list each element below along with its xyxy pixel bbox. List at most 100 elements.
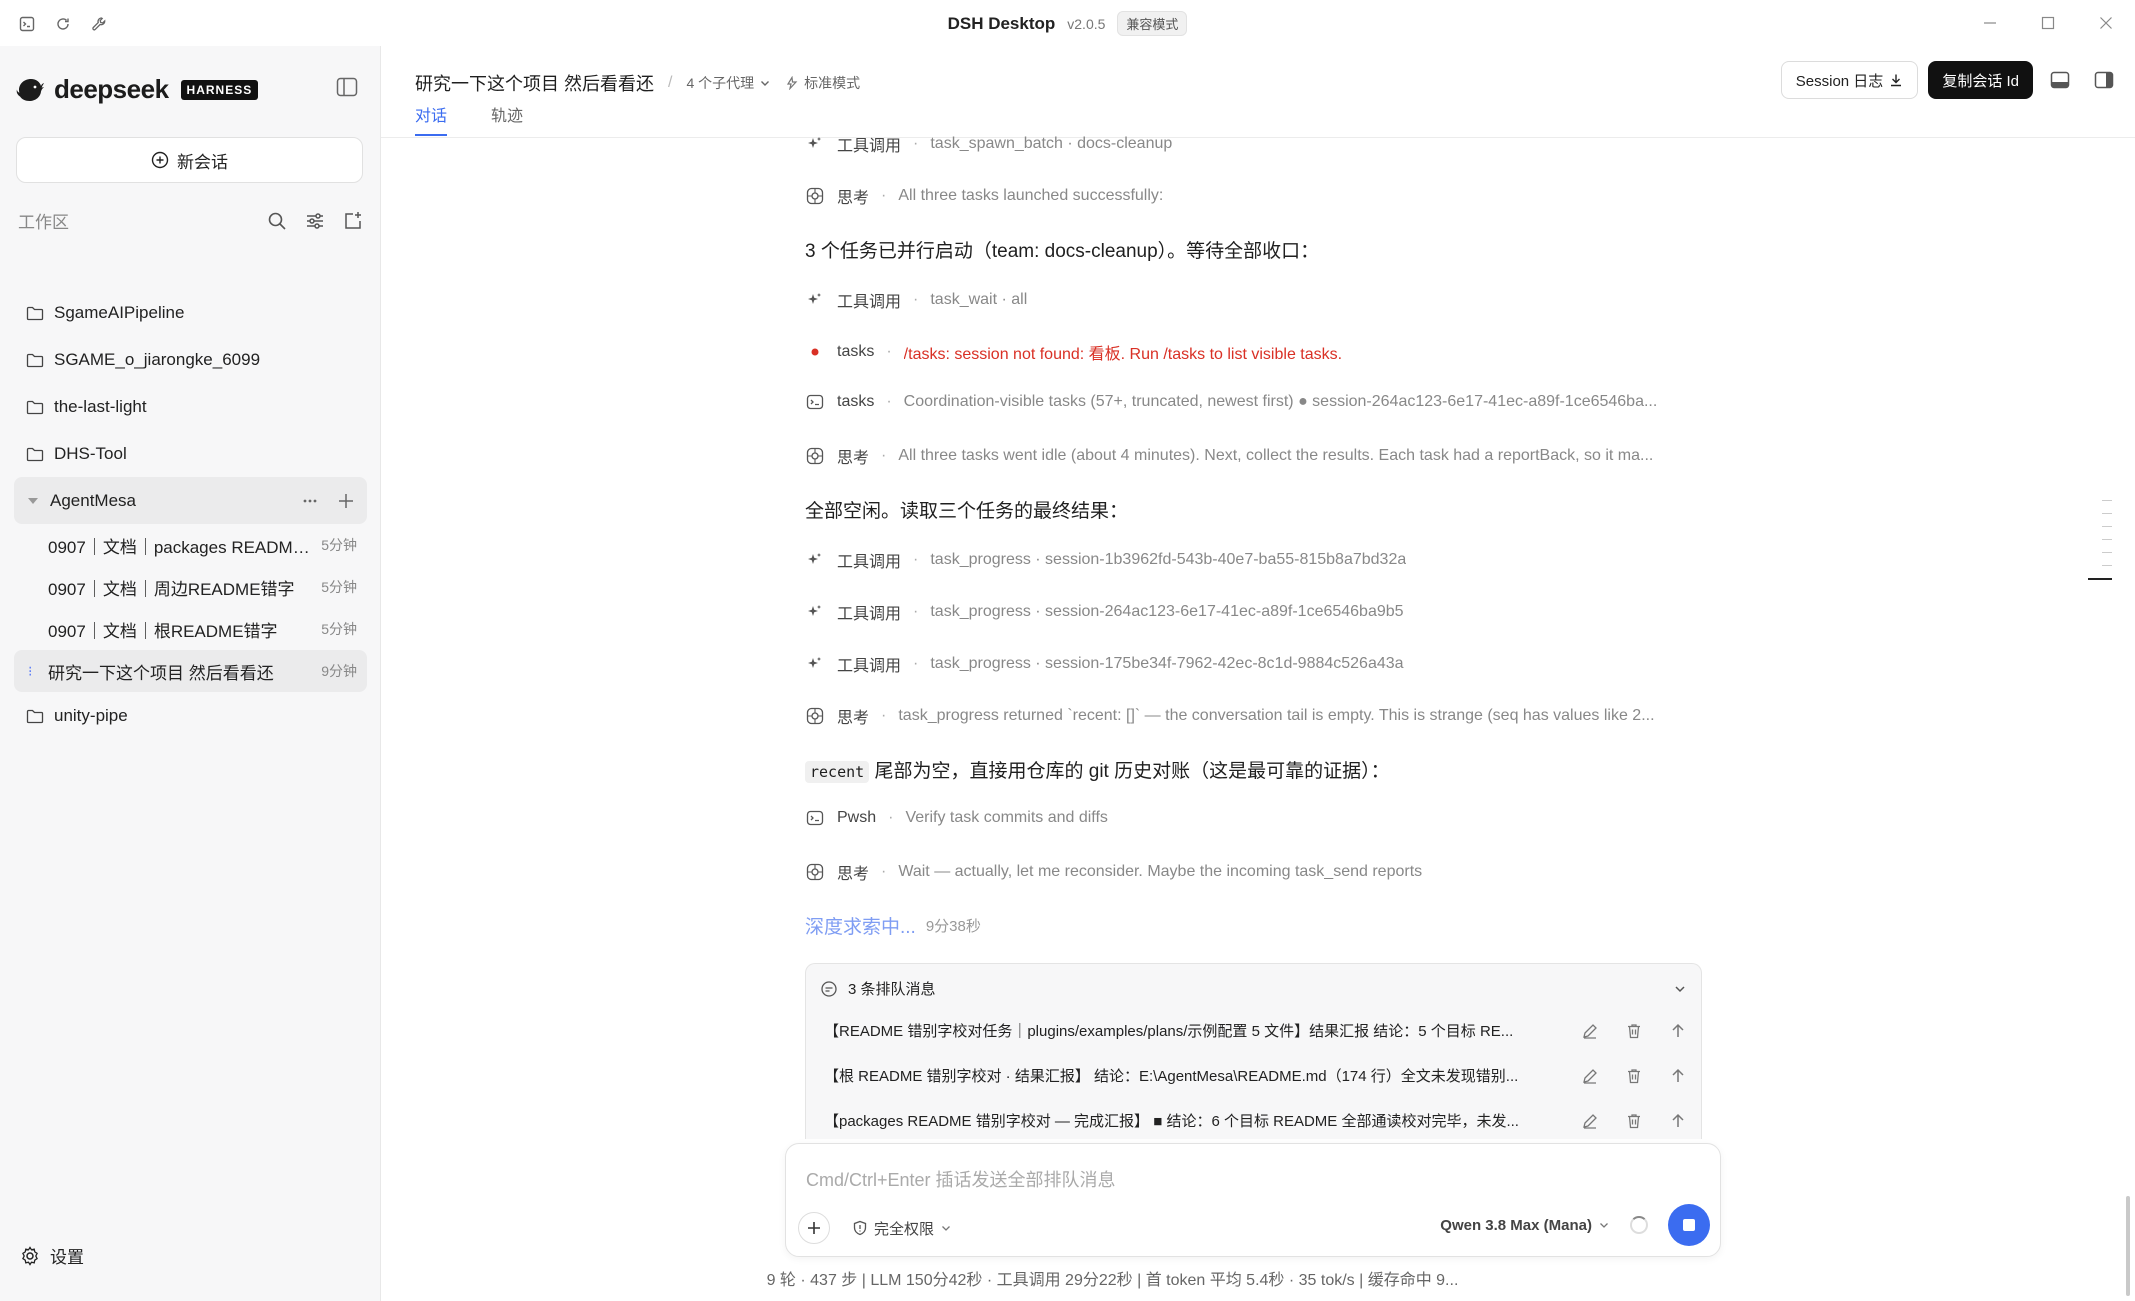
mode-indicator[interactable]: 标准模式 (785, 73, 860, 93)
row-label: 工具调用 (837, 138, 902, 155)
bottom-panel-icon[interactable] (2043, 63, 2077, 97)
scrollbar[interactable] (2126, 1196, 2130, 1296)
row-dot: · (881, 447, 887, 464)
project-tree: SgameAIPipeline SGAME_o_jiarongke_6099 t… (14, 289, 367, 739)
more-icon[interactable] (301, 492, 319, 510)
tool-call-row[interactable]: 工具调用 · task_spawn_batch · docs-cleanup (805, 132, 1172, 156)
row-dot: · (881, 863, 887, 880)
project-name: AgentMesa (50, 490, 136, 510)
thinking-row[interactable]: 思考 · All three tasks launched successful… (805, 184, 1163, 208)
thinking-row[interactable]: 思考 · All three tasks went idle (about 4 … (805, 444, 1653, 468)
tool-call-row[interactable]: 工具调用 · task_wait · all (805, 288, 1027, 312)
session-log-button[interactable]: Session 日志 (1780, 61, 1919, 99)
trash-icon[interactable] (1625, 1112, 1643, 1130)
project-item[interactable]: unity-pipe (14, 692, 367, 739)
attach-button[interactable] (798, 1212, 830, 1244)
project-item-expanded[interactable]: AgentMesa (14, 477, 367, 524)
session-item[interactable]: 0907｜文档｜packages README... 5分钟 (14, 524, 367, 566)
permission-dropdown[interactable]: 完全权限 (852, 1218, 952, 1239)
close-button[interactable] (2077, 0, 2135, 46)
scroll-minimap[interactable] (2088, 500, 2112, 592)
search-icon[interactable] (267, 211, 287, 231)
queued-messages-panel: 3 条排队消息 【README 错别字校对任务｜plugins/examples… (805, 963, 1702, 1139)
chevron-down-icon[interactable] (1673, 982, 1687, 996)
edit-icon[interactable] (1581, 1022, 1599, 1040)
assistant-message: 全部空闲。读取三个任务的最终结果： (805, 501, 1129, 522)
row-detail: task_spawn_batch · docs-cleanup (930, 135, 1173, 152)
row-dot: · (888, 809, 894, 826)
error-row[interactable]: tasks · /tasks: session not found: 看板. R… (805, 340, 1342, 364)
tab-conversation[interactable]: 对话 (415, 102, 448, 136)
stop-button[interactable] (1668, 1204, 1710, 1246)
queue-item-actions (1581, 1067, 1687, 1085)
caret-down-icon[interactable] (26, 494, 40, 508)
arrow-up-icon[interactable] (1669, 1022, 1687, 1040)
thinking-row[interactable]: 思考 · Wait — actually, let me reconsider.… (805, 860, 1422, 884)
session-item-active[interactable]: ⁝ 研究一下这个项目 然后看看还 9分钟 (14, 650, 367, 692)
queue-item: 【根 README 错别字校对 · 结果汇报】 结论：E:\AgentMesa\… (824, 1065, 1687, 1086)
session-title: 研究一下这个项目 然后看看还 (415, 74, 654, 94)
thinking-row[interactable]: 思考 · task_progress returned `recent: []`… (805, 704, 1655, 728)
row-detail: task_progress · session-1b3962fd-543b-40… (930, 551, 1407, 568)
project-item[interactable]: SgameAIPipeline (14, 289, 367, 336)
thinking-elapsed: 9分38秒 (925, 918, 981, 935)
add-session-icon[interactable] (337, 492, 355, 510)
sidebar-toggle-icon[interactable] (336, 77, 358, 97)
gear-icon (20, 1245, 40, 1266)
row-label: 工具调用 (837, 294, 902, 311)
queue-item: 【packages README 错别字校对 — 完成汇报】 ■ 结论：6 个目… (824, 1110, 1687, 1131)
new-folder-icon[interactable] (343, 211, 363, 231)
session-item[interactable]: 0907｜文档｜根README错字 5分钟 (14, 608, 367, 650)
trash-icon[interactable] (1625, 1022, 1643, 1040)
workspace-header: 工作区 (18, 208, 363, 233)
edit-icon[interactable] (1581, 1067, 1599, 1085)
settings-label: 设置 (50, 1248, 84, 1267)
row-detail: Wait — actually, let me reconsider. Mayb… (898, 863, 1423, 880)
logo-badge: HARNESS (180, 79, 259, 100)
settings-button[interactable]: 设置 (20, 1243, 84, 1268)
session-title: 0907｜文档｜packages README... (48, 537, 314, 557)
terminal-row[interactable]: tasks · Coordination-visible tasks (57+,… (805, 392, 1657, 412)
session-item[interactable]: 0907｜文档｜周边README错字 5分钟 (14, 566, 367, 608)
session-title: 0907｜文档｜根README错字 (48, 621, 278, 641)
model-selector[interactable]: Qwen 3.8 Max (Mana) (1440, 1217, 1610, 1234)
right-panel-icon[interactable] (2087, 63, 2121, 97)
terminal-row[interactable]: Pwsh · Verify task commits and diffs (805, 808, 1108, 828)
inline-code: recent (805, 761, 870, 783)
project-actions (301, 492, 367, 510)
queue-header[interactable]: 3 条排队消息 (820, 978, 1687, 999)
assistant-message: 3 个任务已并行启动（team: docs-cleanup）。等待全部收口： (805, 241, 1320, 262)
assistant-message: recent 尾部为空，直接用仓库的 git 历史对账（这是最可靠的证据）： (805, 756, 1390, 783)
minimize-button[interactable] (1961, 0, 2019, 46)
tool-call-row[interactable]: 工具调用 · task_progress · session-264ac123-… (805, 600, 1404, 624)
project-item[interactable]: the-last-light (14, 383, 367, 430)
project-item[interactable]: SGAME_o_jiarongke_6099 (14, 336, 367, 383)
subagent-dropdown[interactable]: 4 个子代理 (686, 73, 771, 93)
filter-icon[interactable] (305, 211, 325, 231)
row-detail: All three tasks launched successfully: (898, 187, 1164, 204)
copy-session-id-button[interactable]: 复制会话 Id (1928, 61, 2033, 99)
tool-call-row[interactable]: 工具调用 · task_progress · session-1b3962fd-… (805, 548, 1406, 572)
maximize-button[interactable] (2019, 0, 2077, 46)
arrow-up-icon[interactable] (1669, 1067, 1687, 1085)
session-title: 研究一下这个项目 然后看看还 (48, 663, 274, 683)
shield-icon (852, 1220, 868, 1236)
run-stats: 9 轮 · 437 步 | LLM 150分42秒 · 工具调用 29分22秒 … (766, 1272, 1459, 1289)
logo-text: deepseek (54, 74, 169, 104)
plus-icon (808, 1222, 820, 1234)
folder-icon (26, 708, 44, 724)
message-composer: Cmd/Ctrl+Enter 插话发送全部排队消息 完全权限 Qwen 3.8 … (785, 1143, 1721, 1257)
whale-logo-icon (16, 77, 46, 103)
breadcrumb: 研究一下这个项目 然后看看还 / 4 个子代理 标准模式 (415, 70, 860, 96)
sparkle-icon (805, 134, 825, 154)
new-chat-button[interactable]: 新会话 (16, 137, 363, 183)
logo: deepseek HARNESS (16, 74, 259, 105)
trash-icon[interactable] (1625, 1067, 1643, 1085)
project-item[interactable]: DHS-Tool (14, 430, 367, 477)
tool-call-row[interactable]: 工具调用 · task_progress · session-175be34f-… (805, 652, 1404, 676)
tab-trace[interactable]: 轨迹 (491, 102, 523, 136)
arrow-up-icon[interactable] (1669, 1112, 1687, 1130)
edit-icon[interactable] (1581, 1112, 1599, 1130)
message-input[interactable]: Cmd/Ctrl+Enter 插话发送全部排队消息 (806, 1166, 1116, 1192)
row-dot: · (881, 707, 887, 724)
